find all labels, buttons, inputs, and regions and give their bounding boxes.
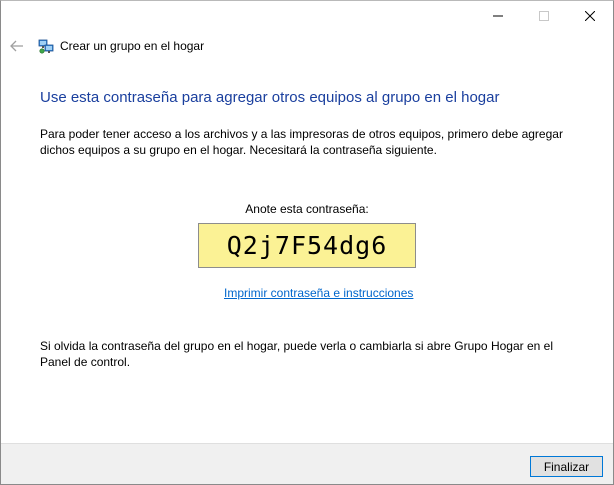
maximize-icon [539, 11, 549, 21]
password-label: Anote esta contraseña: [245, 202, 369, 216]
nav-row: Crear un grupo en el hogar [1, 32, 613, 62]
finish-button-label: Finalizar [543, 459, 590, 474]
window-title: Crear un grupo en el hogar [60, 39, 205, 53]
close-icon [585, 11, 595, 21]
caption-buttons [475, 1, 613, 31]
print-password-link[interactable]: Imprimir contraseña e instrucciones [224, 286, 413, 300]
description-text: Para poder tener acceso a los archivos y… [40, 127, 563, 157]
back-arrow-icon [10, 40, 23, 52]
homegroup-icon [38, 39, 54, 54]
password-box: Q2j7F54dg6 [198, 223, 416, 268]
close-button[interactable] [567, 1, 613, 31]
maximize-button[interactable] [521, 1, 567, 31]
footer-bar: Finalizar [1, 443, 613, 484]
finish-button[interactable]: Finalizar [530, 456, 603, 477]
note-text: Si olvida la contraseña del grupo en el … [40, 339, 553, 369]
back-button[interactable] [7, 37, 27, 55]
password-value: Q2j7F54dg6 [226, 231, 388, 260]
password-label-row: Anote esta contraseña: [1, 202, 613, 216]
minimize-icon [493, 15, 503, 17]
homegroup-dialog: Crear un grupo en el hogar Use esta cont… [0, 0, 614, 485]
page-heading: Use esta contraseña para agregar otros e… [40, 89, 500, 106]
minimize-button[interactable] [475, 1, 521, 31]
